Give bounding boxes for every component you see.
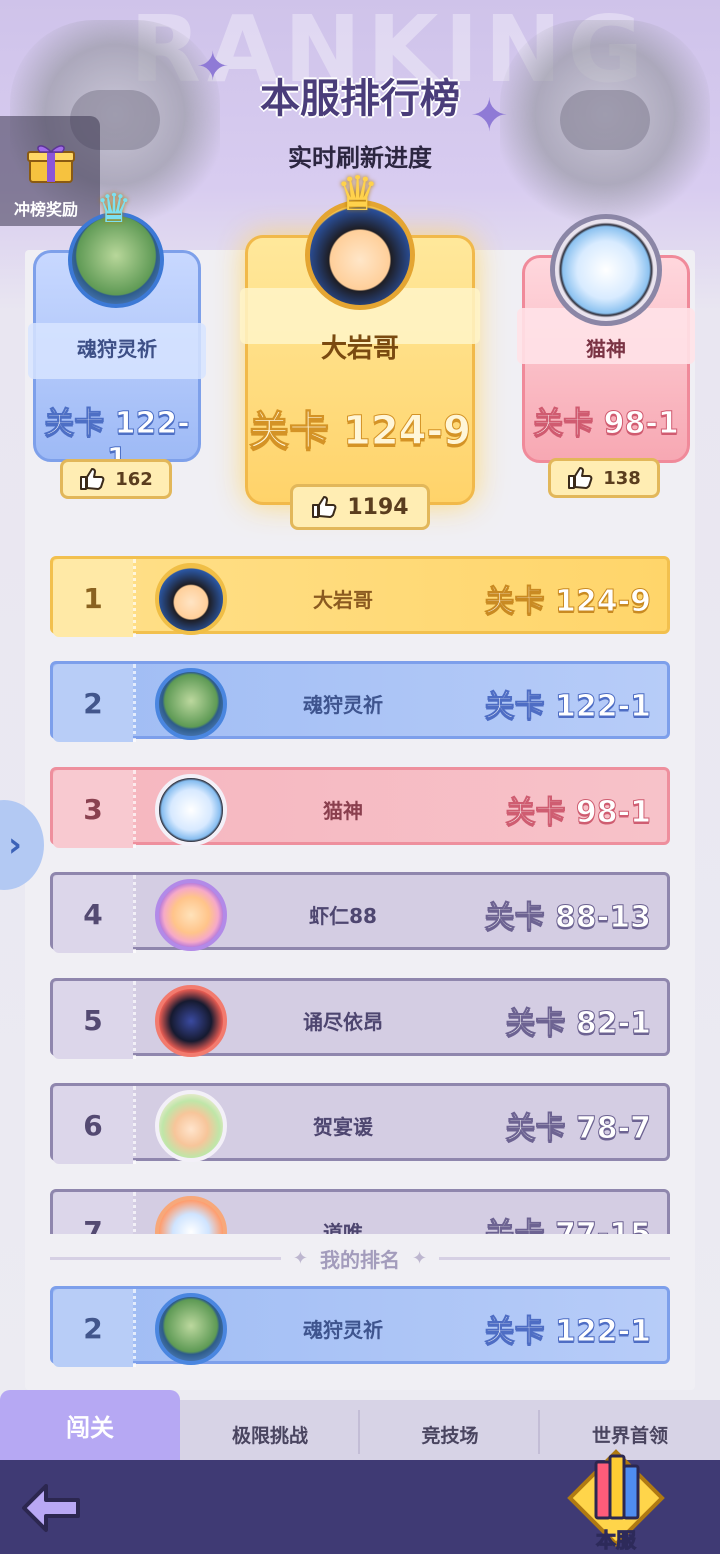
player-avatar[interactable]: [155, 1293, 227, 1365]
ranking-row[interactable]: 4 虾仁88 关卡 88-13: [50, 872, 670, 953]
player-name: 贺宴谖: [313, 1114, 373, 1139]
like-count: 162: [115, 468, 153, 490]
rank-number: 4: [53, 875, 133, 953]
ranking-row[interactable]: 2 魂狩灵祈 关卡 122-1: [50, 661, 670, 742]
ranking-list[interactable]: 1 大岩哥 关卡 124-9 2 魂狩灵祈 关卡 122-1 3 猫神 关卡 9…: [0, 540, 720, 1234]
rank-number: 2: [53, 664, 133, 742]
player-name: 道唯: [323, 1220, 363, 1235]
player-avatar[interactable]: [155, 1090, 227, 1162]
server-label: 本服: [596, 1528, 637, 1553]
rank-number: 6: [53, 1086, 133, 1164]
player-stage: 关卡 122-1: [484, 1314, 651, 1350]
rank-number: 7: [53, 1192, 133, 1234]
player-name: 大岩哥: [313, 587, 373, 612]
like-button-1[interactable]: 1194: [290, 484, 430, 530]
my-rank-row[interactable]: 2 魂狩灵祈 关卡 122-1: [50, 1286, 670, 1367]
rank-number: 2: [53, 1289, 133, 1367]
like-button-3[interactable]: 138: [548, 458, 660, 498]
tab-arena[interactable]: 竞技场: [360, 1408, 540, 1460]
player-avatar[interactable]: [155, 563, 227, 635]
gift-box-icon: [27, 145, 75, 183]
tab-extreme-challenge[interactable]: 极限挑战: [180, 1408, 360, 1460]
podium-name: 魂狩灵祈: [77, 337, 157, 361]
player-avatar[interactable]: [155, 668, 227, 740]
rank-reward-label: 冲榜奖励: [14, 200, 79, 219]
ranking-row[interactable]: 7 道唯 关卡 77-15: [50, 1189, 670, 1234]
player-stage: 关卡 88-13: [484, 900, 651, 936]
thumbs-up-icon: [568, 467, 593, 489]
ranking-row[interactable]: 3 猫神 关卡 98-1: [50, 767, 670, 848]
diamond-icon: ✦: [412, 1247, 428, 1269]
like-button-2[interactable]: 162: [60, 459, 172, 499]
rank-reward-button[interactable]: 冲榜奖励: [0, 116, 100, 226]
ranking-row[interactable]: 6 贺宴谖 关卡 78-7: [50, 1083, 670, 1164]
tab-challenge[interactable]: 闯关: [0, 1390, 180, 1460]
like-count: 1194: [347, 494, 409, 520]
player-name: 魂狩灵祈: [303, 1317, 383, 1342]
thumbs-up-icon: [80, 468, 105, 490]
player-name: 诵尽依昂: [303, 1009, 383, 1034]
player-stage: 关卡 82-1: [505, 1006, 652, 1042]
ranking-row[interactable]: 1 大岩哥 关卡 124-9: [50, 556, 670, 637]
rank-number: 5: [53, 981, 133, 1059]
ranking-screen: RANKING ✦ ✦ 本服排行榜 实时刷新进度 冲榜奖励 魂狩灵祈 关卡 12…: [0, 0, 720, 1554]
chevron-right-icon: ›: [7, 825, 22, 865]
player-stage: 关卡 98-1: [505, 795, 652, 831]
knight-right-decoration: [500, 20, 710, 230]
player-stage: 关卡 78-7: [505, 1111, 652, 1147]
thumbs-up-icon: [312, 496, 337, 518]
back-arrow-icon[interactable]: [18, 1480, 84, 1536]
podium-name: 大岩哥: [320, 334, 399, 364]
podium-stage: 关卡 98-1: [533, 406, 680, 442]
player-avatar[interactable]: [155, 985, 227, 1057]
player-stage: 关卡 124-9: [484, 584, 651, 620]
podium-avatar-3[interactable]: [550, 214, 662, 326]
player-avatar[interactable]: [155, 879, 227, 951]
podium-name: 猫神: [586, 337, 626, 361]
like-count: 138: [603, 467, 641, 489]
player-avatar[interactable]: [155, 1196, 227, 1234]
page-title: 本服排行榜: [260, 76, 460, 122]
diamond-icon: ✦: [292, 1247, 308, 1269]
player-stage: 关卡 122-1: [484, 689, 651, 725]
crown-icon: ♛: [96, 186, 132, 232]
player-name: 猫神: [323, 798, 363, 823]
rank-number: 1: [53, 559, 133, 637]
ranking-row[interactable]: 5 诵尽依昂 关卡 82-1: [50, 978, 670, 1059]
player-name: 虾仁88: [309, 903, 377, 928]
crown-icon: ♛: [336, 166, 380, 222]
player-stage: 关卡 77-15: [484, 1192, 651, 1235]
player-name: 魂狩灵祈: [303, 692, 383, 717]
my-rank-label: 我的排名: [320, 1247, 400, 1272]
rank-number: 3: [53, 770, 133, 848]
my-rank-divider: ✦ 我的排名 ✦: [50, 1242, 670, 1274]
podium-stage: 关卡 124-9: [249, 408, 472, 455]
player-avatar[interactable]: [155, 774, 227, 846]
